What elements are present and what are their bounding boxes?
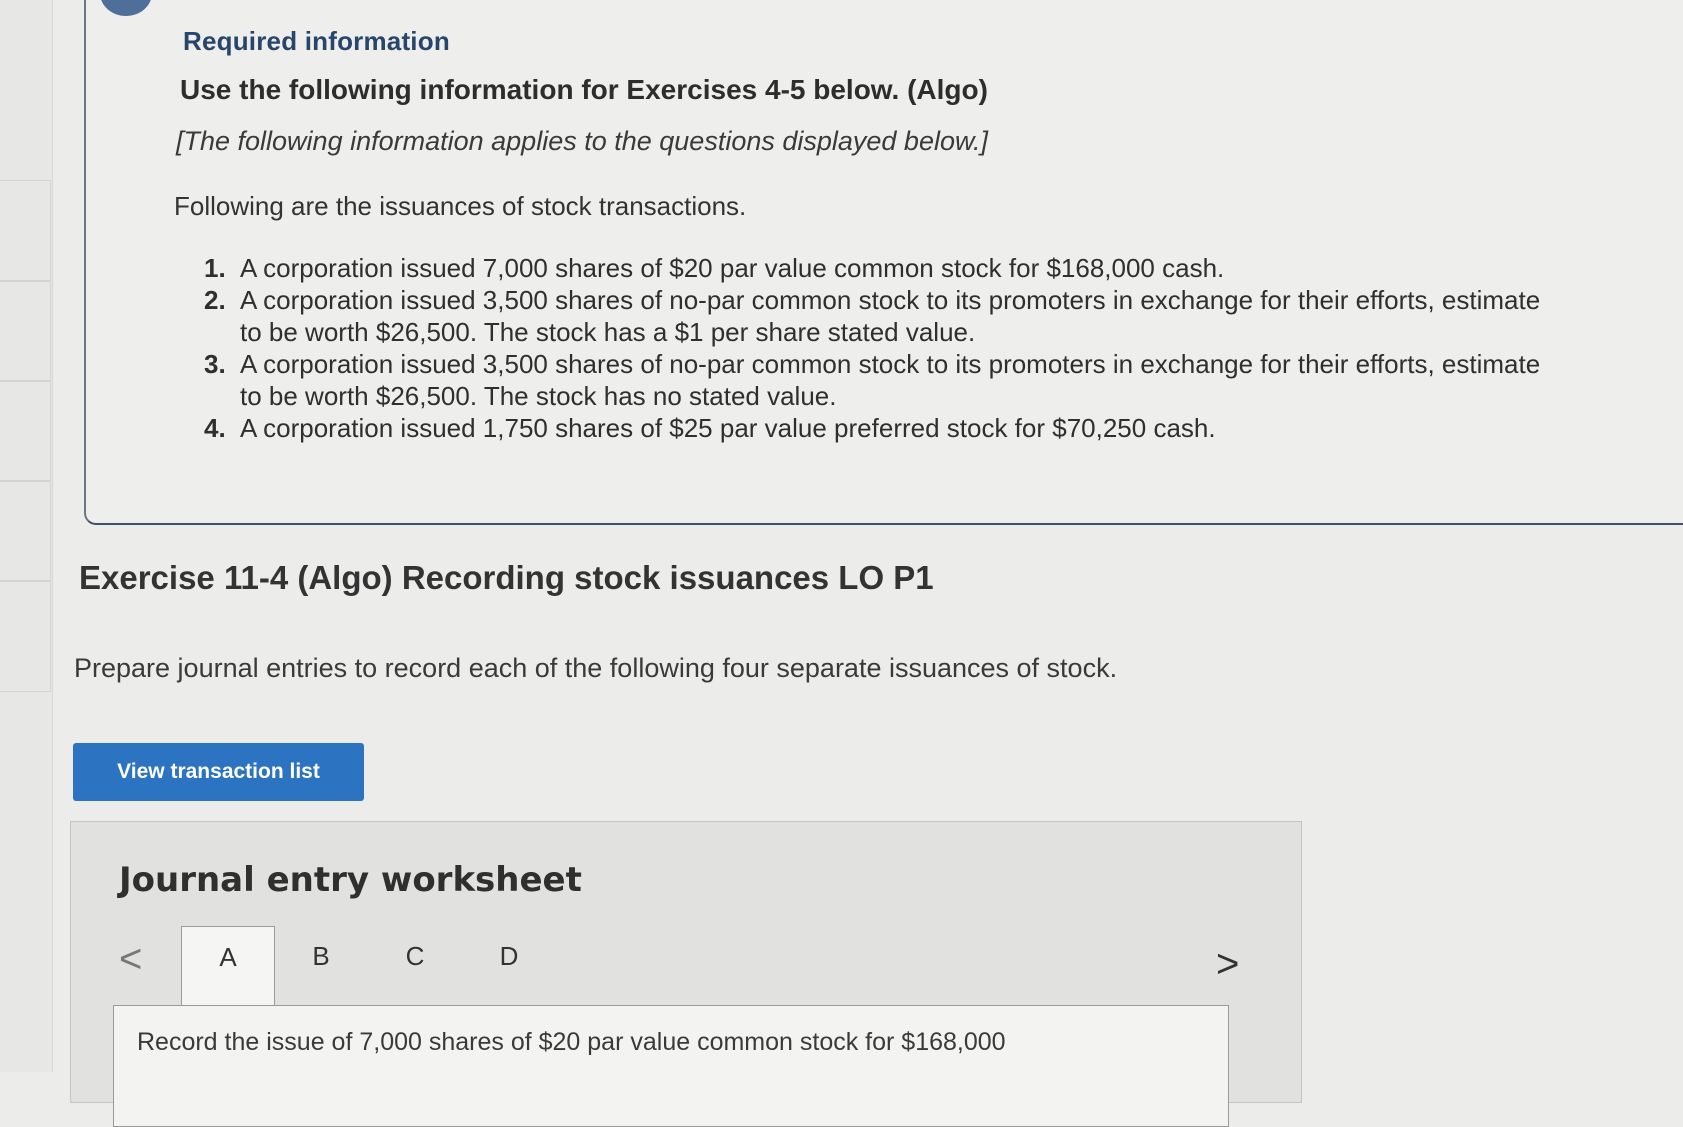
tab-a[interactable]: A — [181, 926, 275, 1005]
transaction-text: A corporation issued 1,750 shares of $25… — [240, 413, 1216, 443]
margin-tick — [0, 180, 51, 282]
required-information-heading: Required information — [183, 26, 450, 56]
view-transaction-list-button[interactable]: View transaction list — [73, 743, 364, 801]
tab-c[interactable]: C — [369, 926, 461, 1002]
transaction-text: A corporation issued 3,500 shares of no-… — [240, 349, 1541, 379]
transaction-item: 3. A corporation issued 3,500 shares of … — [200, 348, 1683, 412]
transaction-number: 1. — [204, 253, 226, 283]
margin-tick — [0, 280, 51, 382]
margin-tick — [0, 480, 51, 582]
margin-tick — [0, 380, 51, 482]
transaction-text-continued: to be worth $26,500. The stock has a $1 … — [240, 317, 976, 347]
transaction-item: 4. A corporation issued 1,750 shares of … — [200, 412, 1683, 444]
transaction-number: 2. — [204, 285, 226, 315]
chevron-left-icon[interactable]: < — [119, 937, 142, 982]
transaction-number: 3. — [204, 349, 226, 379]
transaction-text: A corporation issued 3,500 shares of no-… — [240, 285, 1541, 315]
worksheet-title: Journal entry worksheet — [119, 860, 582, 900]
exercise-prompt: Prepare journal entries to record each o… — [74, 653, 1118, 683]
transaction-text: A corporation issued 7,000 shares of $20… — [240, 253, 1225, 283]
entry-instruction: Record the issue of 7,000 shares of $20 … — [137, 1028, 1006, 1056]
instructions-heading: Use the following information for Exerci… — [180, 74, 988, 105]
margin-tick — [0, 580, 51, 692]
transaction-text-continued: to be worth $26,500. The stock has no st… — [240, 381, 837, 411]
transaction-item: 1. A corporation issued 7,000 shares of … — [200, 252, 1683, 284]
journal-entry-worksheet: Journal entry worksheet < A B C D > Reco… — [70, 821, 1302, 1127]
applies-note: [The following information applies to th… — [176, 126, 988, 156]
chevron-right-icon[interactable]: > — [1216, 942, 1239, 987]
transaction-number: 4. — [204, 413, 226, 443]
exercise-title: Exercise 11-4 (Algo) Recording stock iss… — [79, 559, 934, 596]
transaction-item: 2. A corporation issued 3,500 shares of … — [200, 284, 1683, 348]
entry-panel: Record the issue of 7,000 shares of $20 … — [113, 1005, 1229, 1127]
tab-d[interactable]: D — [463, 926, 555, 1002]
transactions-intro: Following are the issuances of stock tra… — [174, 191, 747, 221]
left-margin-strip — [0, 0, 53, 1072]
tab-b[interactable]: B — [275, 926, 367, 1002]
transaction-list: 1. A corporation issued 7,000 shares of … — [200, 252, 1683, 444]
